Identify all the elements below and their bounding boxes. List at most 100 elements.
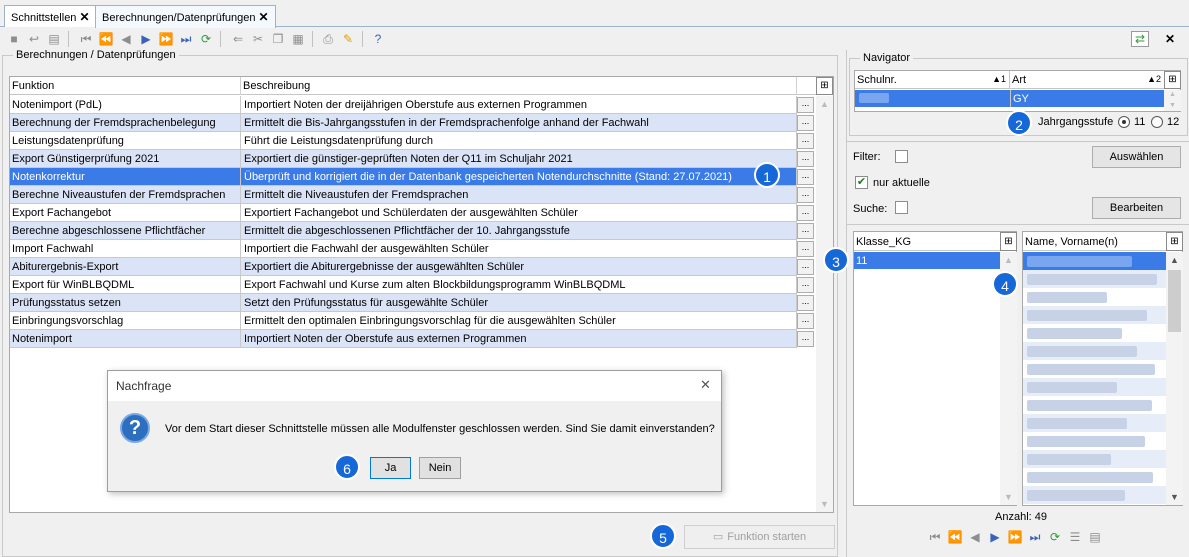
copy-icon[interactable]: ❐ [270,31,286,47]
table-row[interactable]: Abiturergebnis-Export Exportiert die Abit… [10,258,816,276]
list-item[interactable] [1023,288,1166,306]
first-record-icon[interactable]: ⏮ [78,31,94,47]
tab-schnittstellen[interactable]: Schnittstellen ✕ [4,5,97,27]
column-chooser-icon[interactable]: ⊞ [1166,232,1183,251]
row-details-button[interactable]: ... [797,223,814,239]
help-icon[interactable]: ? [370,31,386,47]
table-row[interactable]: Import Fachwahl Importiert die Fachwahl d… [10,240,816,258]
scroll-down-icon[interactable]: ▼ [816,496,833,512]
list-item[interactable] [1023,360,1166,378]
scroll-up-icon[interactable]: ▲ [1000,252,1017,268]
table-row[interactable]: Notenimport (PdL) Importiert Noten der dr… [10,96,816,114]
row-details-button[interactable]: ... [797,97,814,113]
list-item[interactable] [1023,468,1166,486]
list-item[interactable] [1023,324,1166,342]
previous-page-icon[interactable]: ⏪ [947,529,963,545]
list-item[interactable] [1023,432,1166,450]
column-header-schulnr[interactable]: Schulnr. ▲1 [855,71,1010,89]
broom-icon[interactable]: ✎ [340,31,356,47]
next-record-icon[interactable]: ▶ [138,31,154,47]
next-page-icon[interactable]: ⏩ [1007,529,1023,545]
column-header-funktion[interactable]: Funktion [10,77,241,95]
vertical-scrollbar[interactable]: ▲ ▼ [1164,90,1181,111]
scroll-down-icon[interactable]: ▼ [1000,489,1017,505]
column-header-beschreibung[interactable]: Beschreibung [241,77,797,95]
schulnr-row-selected[interactable]: GY [855,90,1164,107]
list-item[interactable] [1023,342,1166,360]
table-row[interactable]: Berechne abgeschlossene Pflichtfächer Erm… [10,222,816,240]
sync-icon[interactable]: ⇄ [1131,31,1149,47]
table-row[interactable]: Einbringungsvorschlag Ermittelt den optim… [10,312,816,330]
klasse-row-selected[interactable]: 11 [854,252,1000,269]
next-record-icon[interactable]: ▶ [987,529,1003,545]
vertical-scrollbar[interactable]: ▲ ▼ [816,96,833,512]
refresh-icon[interactable]: ⟳ [198,31,214,47]
previous-record-icon[interactable]: ◀ [967,529,983,545]
detail-view-icon[interactable]: ▤ [1087,529,1103,545]
row-details-button[interactable]: ... [797,295,814,311]
ja-button[interactable]: Ja [370,457,411,479]
column-header-klasse[interactable]: Klasse_KG [854,232,1000,251]
table-row[interactable]: Leistungsdatenprüfung Führt die Leistungs… [10,132,816,150]
row-details-button[interactable]: ... [797,169,814,185]
list-item[interactable] [1023,486,1166,504]
list-item[interactable] [1023,414,1166,432]
vertical-scrollbar[interactable]: ▲ ▼ [1166,252,1183,505]
scroll-up-icon[interactable]: ▲ [1166,252,1183,268]
nein-button[interactable]: Nein [419,457,461,479]
list-view-icon[interactable]: ☰ [1067,529,1083,545]
previous-page-icon[interactable]: ⏪ [98,31,114,47]
column-header-name[interactable]: Name, Vorname(n) [1023,232,1166,251]
radio-12[interactable] [1151,116,1163,128]
scroll-down-icon[interactable]: ▼ [1166,489,1183,505]
table-row[interactable]: Notenkorrektur Überprüft und korrigiert d… [10,168,816,186]
cut-icon[interactable]: ✂ [250,31,266,47]
first-record-icon[interactable]: ⏮ [927,529,943,545]
nur-aktuelle-checkbox[interactable]: ✔ [855,176,868,189]
close-icon[interactable]: ✕ [259,10,269,24]
last-record-icon[interactable]: ⏭ [178,31,194,47]
last-record-icon[interactable]: ⏭ [1027,529,1043,545]
radio-11[interactable] [1118,116,1130,128]
funktion-starten-button[interactable]: ▭ Funktion starten [684,525,835,549]
list-item[interactable] [1023,252,1166,270]
table-row[interactable]: Notenimport Importiert Noten der Oberstuf… [10,330,816,348]
tab-berechnungen[interactable]: Berechnungen/Datenprüfungen ✕ [95,5,276,28]
table-row[interactable]: Export Günstigerprüfung 2021 Exportiert d… [10,150,816,168]
save-icon[interactable]: ■ [6,31,22,47]
row-details-button[interactable]: ... [797,187,814,203]
table-delete-icon[interactable]: ▤ [46,31,62,47]
paste-icon[interactable]: ▦ [290,31,306,47]
print-icon[interactable]: ⎙ [320,31,336,47]
list-item[interactable] [1023,450,1166,468]
column-chooser-icon[interactable]: ⊞ [1000,232,1017,251]
column-header-art[interactable]: Art ▲2 [1010,71,1165,89]
bearbeiten-button[interactable]: Bearbeiten [1092,197,1181,219]
undo-icon[interactable]: ↩ [26,31,42,47]
list-item[interactable] [1023,396,1166,414]
column-chooser-icon[interactable]: ⊞ [1164,71,1181,89]
table-row[interactable]: Prüfungsstatus setzen Setzt den Prüfungss… [10,294,816,312]
previous-record-icon[interactable]: ◀ [118,31,134,47]
dialog-close-icon[interactable]: ✕ [700,377,711,393]
row-details-button[interactable]: ... [797,115,814,131]
row-details-button[interactable]: ... [797,259,814,275]
close-icon[interactable]: ✕ [79,10,89,24]
list-item[interactable] [1023,378,1166,396]
scroll-down-icon[interactable]: ▼ [1164,101,1181,111]
row-details-button[interactable]: ... [797,151,814,167]
row-details-button[interactable]: ... [797,331,814,347]
scroll-up-icon[interactable]: ▲ [816,96,833,112]
row-details-button[interactable]: ... [797,205,814,221]
table-row[interactable]: Berechne Niveaustufen der Fremdsprachen E… [10,186,816,204]
table-row[interactable]: Export Fachangebot Exportiert Fachangebot… [10,204,816,222]
filter-checkbox[interactable] [895,150,908,163]
refresh-icon[interactable]: ⟳ [1047,529,1063,545]
row-details-button[interactable]: ... [797,277,814,293]
list-item[interactable] [1023,306,1166,324]
table-row[interactable]: Berechnung der Fremdsprachenbelegung Ermi… [10,114,816,132]
arrow-left-icon[interactable]: ⇐ [230,31,246,47]
row-details-button[interactable]: ... [797,133,814,149]
column-chooser-icon[interactable]: ⊞ [816,77,833,95]
close-icon[interactable]: ✕ [1162,31,1178,47]
